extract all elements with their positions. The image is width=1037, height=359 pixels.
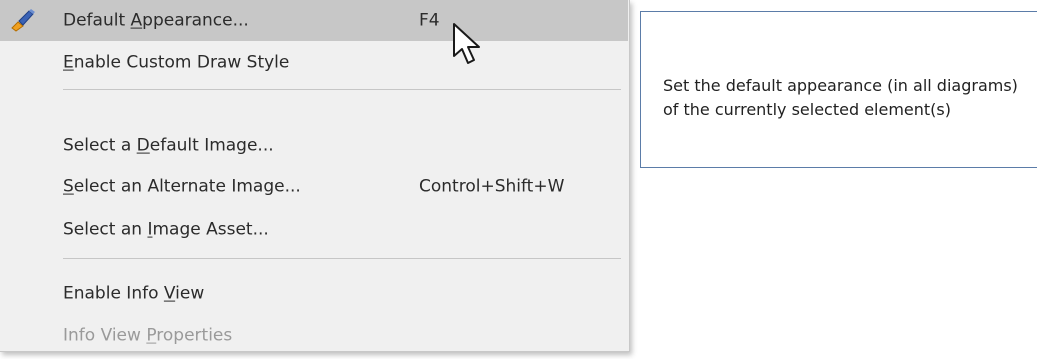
menu-item-select-default-image[interactable]: Select a Default Image...	[0, 125, 628, 166]
context-menu: Default Appearance... F4 Enable Custom D…	[0, 0, 630, 352]
menu-item-enable-info-view[interactable]: Enable Info View	[0, 273, 628, 314]
menu-item-select-image-asset[interactable]: Select an Image Asset...	[0, 209, 628, 250]
menu-item-enable-custom-draw-style[interactable]: Enable Custom Draw Style	[0, 42, 628, 83]
menu-item-label: Enable Info View	[63, 283, 205, 304]
menu-separator	[63, 258, 621, 259]
menu-item-label: Select an Alternate Image...	[63, 176, 301, 197]
menu-separator	[63, 89, 621, 90]
shortcut-label: Control+Shift+W	[419, 176, 565, 197]
menu-item-info-view-properties: Info View Properties	[0, 315, 628, 356]
tooltip-panel: Set the default appearance (in all diagr…	[640, 11, 1037, 168]
menu-item-label: Default Appearance...	[63, 10, 249, 31]
menu-item-default-appearance[interactable]: Default Appearance... F4	[0, 0, 628, 41]
shortcut-label: F4	[419, 10, 440, 31]
tooltip-text: Set the default appearance (in all diagr…	[663, 76, 1018, 119]
menu-item-label: Select a Default Image...	[63, 135, 274, 156]
menu-item-select-alternate-image[interactable]: Select an Alternate Image... Control+Shi…	[0, 166, 628, 207]
menu-item-label: Info View Properties	[63, 325, 233, 346]
menu-item-label: Enable Custom Draw Style	[63, 52, 290, 73]
menu-item-label: Select an Image Asset...	[63, 219, 269, 240]
